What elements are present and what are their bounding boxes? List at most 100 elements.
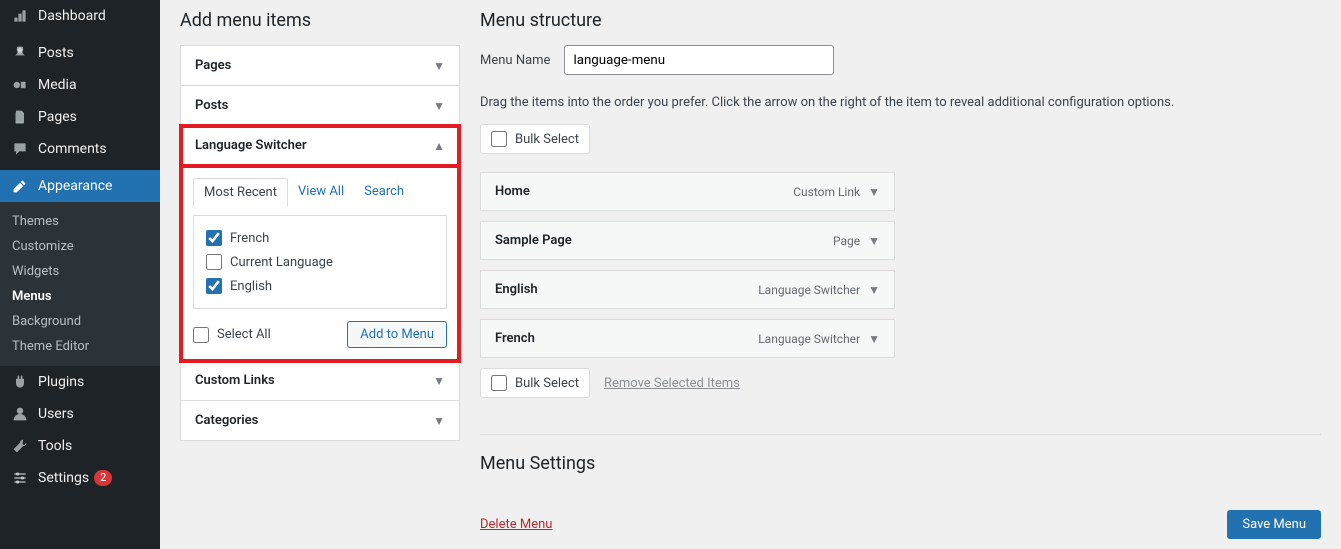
sidebar-item-plugins[interactable]: Plugins [0, 366, 160, 398]
submenu-item-menus[interactable]: Menus [0, 284, 160, 309]
menu-item-title: English [495, 282, 538, 297]
bulk-select-top[interactable]: Bulk Select [480, 124, 590, 154]
chevron-down-icon[interactable]: ▼ [868, 283, 880, 297]
accordion-label: Posts [195, 98, 228, 113]
select-all-row[interactable]: Select All [193, 327, 271, 343]
sidebar-item-label: Comments [38, 141, 107, 157]
menu-structure-title: Menu structure [480, 10, 1321, 31]
sidebar-item-label: Tools [38, 438, 72, 454]
sidebar-item-label: Settings [38, 470, 89, 486]
menu-item-bar[interactable]: English Language Switcher▼ [480, 270, 895, 309]
tab-search[interactable]: Search [354, 178, 414, 207]
settings-icon [10, 470, 30, 486]
sidebar-item-label: Plugins [38, 374, 84, 390]
bulk-select-label: Bulk Select [515, 376, 579, 391]
submenu-item-theme-editor[interactable]: Theme Editor [0, 334, 160, 359]
menu-item-bar[interactable]: French Language Switcher▼ [480, 319, 895, 358]
submenu-item-customize[interactable]: Customize [0, 234, 160, 259]
accordion-label: Language Switcher [195, 138, 307, 153]
submenu-item-themes[interactable]: Themes [0, 209, 160, 234]
chevron-down-icon[interactable]: ▼ [868, 234, 880, 248]
checkbox-bulk-select-top[interactable] [491, 131, 507, 147]
chevron-down-icon[interactable]: ▼ [868, 332, 880, 346]
menu-item-title: Sample Page [495, 233, 572, 248]
sidebar-item-users[interactable]: Users [0, 398, 160, 430]
menu-item-type: Language Switcher▼ [758, 332, 880, 346]
menu-item-title: French [495, 331, 535, 346]
chevron-up-icon: ▲ [433, 139, 445, 153]
tab-view-all[interactable]: View All [288, 178, 354, 207]
appearance-submenu: Themes Customize Widgets Menus Backgroun… [0, 202, 160, 366]
menu-items-list: Home Custom Link▼ Sample Page Page▼ Engl… [480, 172, 895, 368]
chevron-down-icon: ▼ [433, 414, 445, 428]
language-checklist: French Current Language English [193, 215, 447, 309]
check-label: English [230, 279, 272, 294]
appearance-icon [10, 178, 30, 194]
users-icon [10, 406, 30, 422]
tab-most-recent[interactable]: Most Recent [193, 178, 288, 207]
checkbox-french[interactable] [206, 230, 222, 246]
add-menu-items-column: Add menu items Pages ▼ Posts ▼ Language … [180, 0, 460, 549]
delete-menu-link[interactable]: Delete Menu [480, 517, 552, 532]
accordion-head-categories[interactable]: Categories ▼ [181, 401, 459, 440]
bulk-select-bottom[interactable]: Bulk Select [480, 368, 590, 398]
sidebar-item-dashboard[interactable]: Dashboard [0, 0, 160, 32]
chevron-down-icon: ▼ [433, 99, 445, 113]
accordion-label: Custom Links [195, 373, 275, 388]
accordion-label: Pages [195, 58, 231, 73]
settings-badge: 2 [94, 470, 112, 486]
chevron-down-icon: ▼ [433, 59, 445, 73]
submenu-item-background[interactable]: Background [0, 309, 160, 334]
sidebar-item-appearance[interactable]: Appearance [0, 170, 160, 202]
pages-icon [10, 109, 30, 125]
sidebar-item-label: Posts [38, 45, 74, 61]
check-label: Current Language [230, 255, 333, 270]
menu-item-accordion: Pages ▼ Posts ▼ Language Switcher ▲ Most… [180, 45, 460, 441]
menu-item-type: Custom Link▼ [793, 185, 880, 199]
menu-settings-title: Menu Settings [480, 434, 1321, 474]
menu-item-bar[interactable]: Sample Page Page▼ [480, 221, 895, 260]
check-item-current-language[interactable]: Current Language [206, 250, 434, 274]
comments-icon [10, 141, 30, 157]
check-item-english[interactable]: English [206, 274, 434, 298]
checkbox-english[interactable] [206, 278, 222, 294]
save-menu-button[interactable]: Save Menu [1227, 510, 1321, 539]
select-all-label: Select All [217, 327, 271, 342]
menu-item-bar[interactable]: Home Custom Link▼ [480, 172, 895, 211]
sidebar-item-label: Appearance [38, 178, 112, 194]
admin-sidebar: Dashboard Posts Media Pages Comments App… [0, 0, 160, 549]
sidebar-item-settings[interactable]: Settings 2 [0, 462, 160, 494]
bulk-select-label: Bulk Select [515, 132, 579, 147]
checkbox-bulk-select-bottom[interactable] [491, 375, 507, 391]
check-item-french[interactable]: French [206, 226, 434, 250]
plugins-icon [10, 374, 30, 390]
sidebar-item-label: Pages [38, 109, 77, 125]
sidebar-item-comments[interactable]: Comments [0, 133, 160, 165]
chevron-down-icon[interactable]: ▼ [868, 185, 880, 199]
add-to-menu-button[interactable]: Add to Menu [347, 321, 447, 348]
dashboard-icon [10, 8, 30, 24]
tools-icon [10, 438, 30, 454]
menu-name-input[interactable] [564, 45, 834, 75]
add-menu-items-title: Add menu items [180, 10, 460, 31]
menu-item-title: Home [495, 184, 530, 199]
accordion-head-language-switcher[interactable]: Language Switcher ▲ [181, 126, 459, 166]
chevron-down-icon: ▼ [433, 374, 445, 388]
sidebar-item-label: Dashboard [38, 8, 106, 24]
submenu-item-widgets[interactable]: Widgets [0, 259, 160, 284]
media-icon [10, 77, 30, 93]
sidebar-item-media[interactable]: Media [0, 69, 160, 101]
checkbox-current-language[interactable] [206, 254, 222, 270]
menu-name-label: Menu Name [480, 53, 550, 68]
drag-instruction: Drag the items into the order you prefer… [480, 95, 1321, 110]
sidebar-item-tools[interactable]: Tools [0, 430, 160, 462]
accordion-head-posts[interactable]: Posts ▼ [181, 86, 459, 126]
accordion-head-pages[interactable]: Pages ▼ [181, 46, 459, 86]
sidebar-item-label: Media [38, 77, 77, 93]
accordion-head-custom-links[interactable]: Custom Links ▼ [181, 361, 459, 401]
pin-icon [10, 45, 30, 61]
accordion-label: Categories [195, 413, 258, 428]
checkbox-select-all[interactable] [193, 327, 209, 343]
sidebar-item-pages[interactable]: Pages [0, 101, 160, 133]
sidebar-item-posts[interactable]: Posts [0, 37, 160, 69]
